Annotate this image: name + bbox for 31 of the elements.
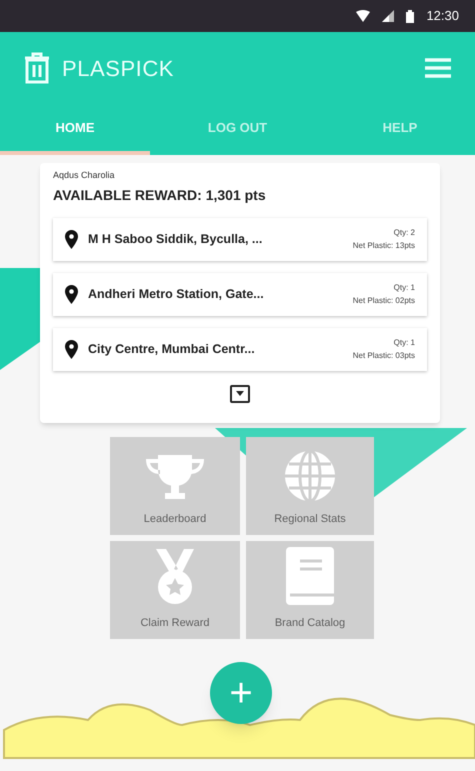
quantity: Qty: 2 [394,227,415,239]
app-title: PLASPICK [62,54,174,82]
map-pin-icon [65,340,78,358]
battery-icon [406,10,414,22]
reward-total: AVAILABLE REWARD: 1,301 pts [53,186,267,205]
location-row[interactable]: City Centre, Mumbai Centr... Qty: 1 Net Plastic: 03pts [53,328,427,370]
map-pin-icon [65,284,78,304]
trash-bin-icon [24,52,50,84]
location-row[interactable]: Andheri Metro Station, Gate... Qty: 1 Net Plastic: 02pts [53,272,427,316]
location-row[interactable]: M H Saboo Siddik, Byculla, ... Qty: 2 Net Plastic: 13pts [53,218,427,260]
net-plastic: Net Plastic: 03pts [352,350,415,362]
signal-icon [382,10,394,22]
menu-tile[interactable]: Claim Reward [110,541,240,639]
net-plastic: Net Plastic: 02pts [352,295,415,307]
user-name: Aqdus Charolia [53,169,116,182]
menu-tile[interactable]: Regional Stats [246,437,374,535]
net-plastic: Net Plastic: 13pts [352,240,415,252]
location-name: City Centre, Mumbai Centr... [88,340,256,358]
menu-tile[interactable]: Brand Catalog [246,541,374,639]
expand-button[interactable] [230,384,250,402]
caret-icon [236,391,244,396]
wifi-icon [356,10,370,22]
map-pin-icon [65,230,78,248]
quantity: Qty: 1 [394,282,415,294]
location-name: M H Saboo Siddik, Byculla, ... [88,230,264,248]
status-time: 12:30 [426,7,459,26]
menu-tile[interactable]: Leaderboard [110,437,240,535]
quantity: Qty: 1 [394,337,415,349]
add-button[interactable]: + [210,662,272,724]
location-name: Andheri Metro Station, Gate... [88,286,265,303]
globe-icon [283,448,337,502]
